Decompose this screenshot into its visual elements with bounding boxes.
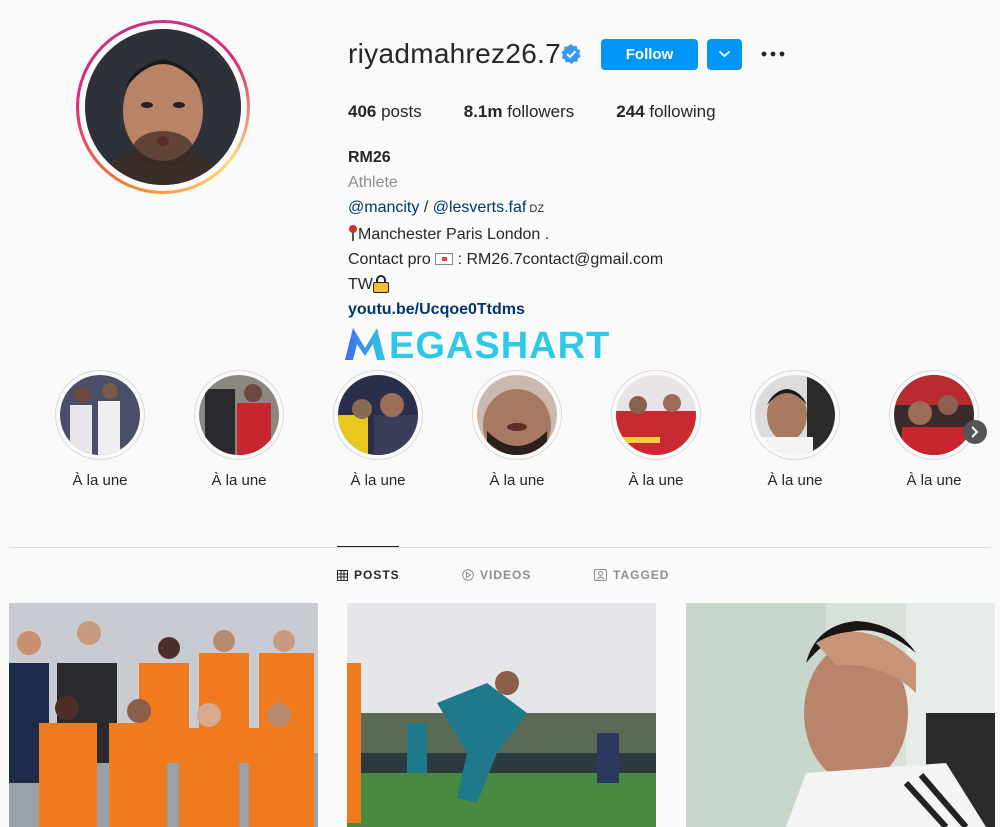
story-highlight[interactable]: À la une [889,370,979,489]
more-options-icon[interactable] [760,44,786,64]
mention-lesverts[interactable]: @lesverts.faf [433,199,527,216]
highlight-label: À la une [628,472,684,489]
profile-stats: 406 posts 8.1m followers 244 following [348,102,758,122]
bio-tw-line: TW [348,272,663,297]
active-tab-indicator [337,546,399,547]
post-thumbnail[interactable] [347,603,656,827]
highlight-label: À la une [906,472,962,489]
profile-username: riyadmahrez26.7 [348,38,562,69]
story-highlight[interactable]: À la une [194,370,284,489]
tab-videos[interactable]: VIDEOS [462,568,531,582]
bio-location-line: Manchester Paris London . [348,222,663,247]
lock-icon [372,275,389,293]
tab-tagged[interactable]: TAGGED [594,568,669,582]
profile-avatar-ring[interactable] [76,20,250,194]
highlight-label: À la une [350,472,406,489]
avatar[interactable] [85,29,241,185]
watermark-logo: EGASHART [343,324,663,367]
chevron-down-icon [718,50,731,58]
follow-button[interactable]: Follow [601,39,698,70]
video-play-icon [462,569,474,581]
profile-bio: RM26 Athlete @mancity / @lesverts.faf DZ… [348,145,663,322]
posts-stat: 406 posts [348,102,422,121]
highlight-label: À la une [211,472,267,489]
highlight-label: À la une [767,472,823,489]
pin-icon [348,225,358,241]
tagged-user-icon [594,569,607,581]
mention-mancity[interactable]: @mancity [348,199,419,216]
suggested-dropdown-button[interactable] [707,39,742,70]
story-highlight[interactable]: À la une [333,370,423,489]
grid-icon [337,569,348,581]
watermark-text: EGASHART [389,325,611,367]
highlight-label: À la une [72,472,128,489]
highlights-next-button[interactable] [963,420,987,444]
following-stat[interactable]: 244 following [616,102,715,122]
tabs-divider [9,547,991,548]
profile-category: Athlete [348,174,398,191]
verified-badge-icon [561,44,581,64]
story-highlight[interactable]: À la une [472,370,562,489]
story-highlight[interactable]: À la une [55,370,145,489]
bio-contact-line: Contact pro : RM26.7contact@gmail.com [348,251,664,268]
profile-full-name: RM26 [348,149,391,166]
story-highlight[interactable]: À la une [611,370,701,489]
highlight-label: À la une [489,472,545,489]
watermark-m-icon [345,328,385,360]
bio-link[interactable]: youtu.be/Ucqoe0Ttdms [348,297,663,322]
flag-dz: DZ [526,203,545,215]
envelope-icon [435,253,454,265]
bio-mentions-line: @mancity / @lesverts.faf DZ [348,199,545,216]
chevron-right-icon [971,426,979,438]
post-thumbnail[interactable] [686,603,995,827]
post-thumbnail[interactable] [9,603,318,827]
followers-stat[interactable]: 8.1m followers [464,102,575,122]
story-highlight[interactable]: À la une [750,370,840,489]
tab-posts[interactable]: POSTS [337,568,400,582]
